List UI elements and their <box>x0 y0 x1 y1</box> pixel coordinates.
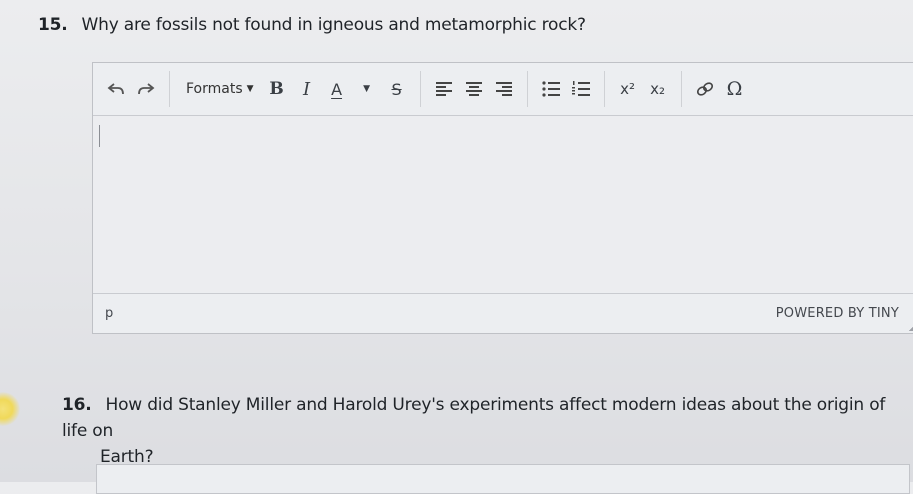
editor-content-area[interactable] <box>93 116 913 292</box>
editor-toolbar: Formats ▼ B I A ▼ S x² x₂ Ω <box>93 63 913 116</box>
align-center-button[interactable] <box>461 74 487 104</box>
highlight-marker-icon <box>0 392 20 426</box>
undo-button[interactable] <box>103 74 129 104</box>
text-color-button[interactable]: A <box>324 74 350 104</box>
text-color-dropdown[interactable]: ▼ <box>354 74 380 104</box>
align-left-button[interactable] <box>431 74 457 104</box>
chevron-down-icon: ▼ <box>246 84 254 94</box>
numbered-list-button[interactable] <box>568 74 594 104</box>
align-left-icon <box>435 82 452 96</box>
formats-dropdown[interactable]: Formats ▼ <box>180 74 260 104</box>
align-center-icon <box>465 82 482 96</box>
editor-statusbar: p POWERED BY TINY <box>93 293 913 333</box>
formats-label: Formats <box>186 81 243 97</box>
rich-text-editor-2[interactable] <box>96 464 910 494</box>
subscript-button[interactable]: x₂ <box>645 74 671 104</box>
insert-group: Ω <box>682 71 758 107</box>
script-group: x² x₂ <box>605 71 682 107</box>
alignment-group <box>421 71 528 107</box>
link-icon <box>696 82 713 96</box>
question-15: 15. Why are fossils not found in igneous … <box>38 12 586 38</box>
strikethrough-button[interactable]: S <box>384 74 410 104</box>
question-text-line1: How did Stanley Miller and Harold Urey's… <box>62 395 886 441</box>
align-right-button[interactable] <box>491 74 517 104</box>
numbered-list-icon <box>571 81 590 96</box>
powered-by-link[interactable]: POWERED BY TINY <box>776 306 899 321</box>
special-character-button[interactable]: Ω <box>722 74 748 104</box>
bullet-list-icon <box>541 81 560 97</box>
chevron-down-icon: ▼ <box>363 84 371 94</box>
question-number: 15. <box>38 15 68 35</box>
link-button[interactable] <box>692 74 718 104</box>
question-16: 16. How did Stanley Miller and Harold Ure… <box>62 392 902 470</box>
formatting-group: Formats ▼ B I A ▼ S <box>170 71 421 107</box>
bullet-list-button[interactable] <box>538 74 564 104</box>
list-group <box>528 71 605 107</box>
bold-button[interactable]: B <box>264 74 290 104</box>
redo-button[interactable] <box>133 74 159 104</box>
undo-icon <box>107 83 124 95</box>
history-group <box>93 71 170 107</box>
redo-icon <box>138 83 155 95</box>
resize-handle-icon[interactable] <box>909 321 913 331</box>
superscript-button[interactable]: x² <box>615 74 641 104</box>
text-cursor <box>99 125 100 147</box>
question-number: 16. <box>62 395 92 415</box>
align-right-icon <box>495 82 512 96</box>
rich-text-editor: Formats ▼ B I A ▼ S x² x₂ Ω p POWERED BY… <box>92 62 913 334</box>
element-path[interactable]: p <box>105 306 113 321</box>
question-text: Why are fossils not found in igneous and… <box>81 15 587 35</box>
italic-button[interactable]: I <box>294 74 320 104</box>
